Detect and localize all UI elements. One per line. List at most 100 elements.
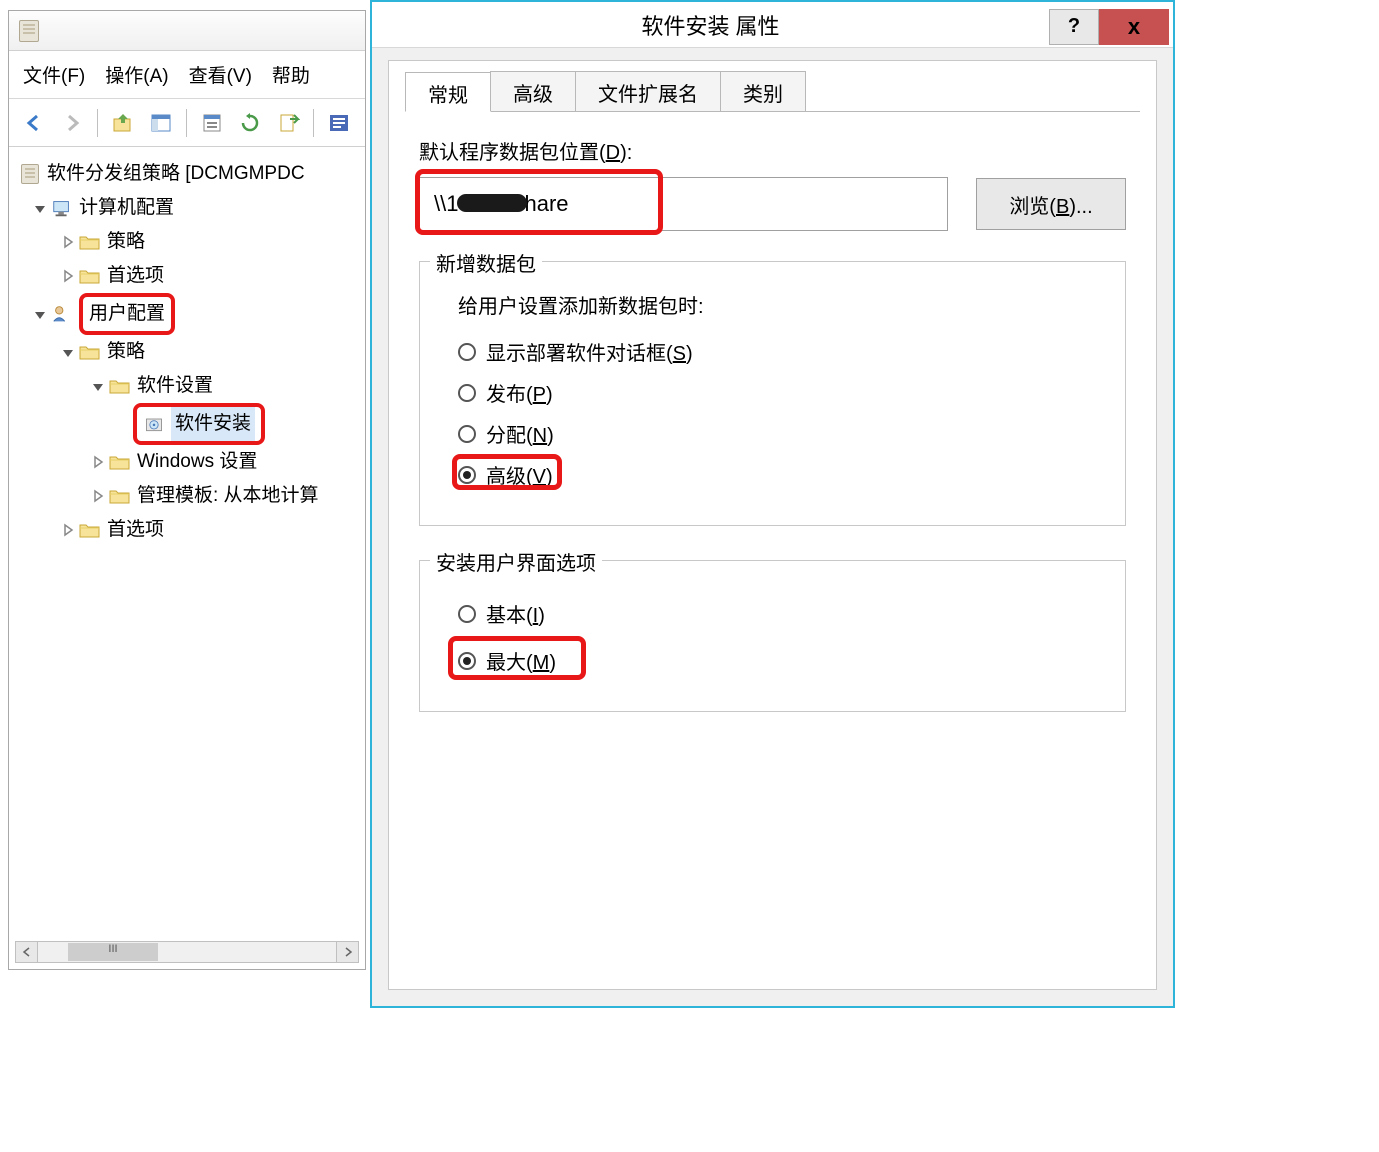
horizontal-scrollbar[interactable]: III (15, 941, 359, 963)
radio-icon (458, 466, 476, 484)
expand-icon[interactable] (61, 235, 75, 249)
expand-icon[interactable] (33, 307, 47, 321)
scroll-left-icon[interactable] (16, 942, 38, 962)
radio-max[interactable]: 最大(M) (458, 646, 1101, 675)
tree-uc-policies[interactable]: 策略 (19, 335, 361, 369)
dialog-title: 软件安装 属性 (372, 9, 1049, 41)
folder-icon (109, 377, 131, 395)
expand-icon[interactable] (33, 201, 47, 215)
radio-label: 基本(I) (486, 599, 545, 628)
tree-cc-prefs[interactable]: 首选项 (19, 259, 361, 293)
menu-action[interactable]: 操作(A) (105, 61, 168, 88)
dialog-titlebar: 软件安装 属性 ? x (372, 2, 1173, 48)
user-icon (51, 303, 73, 325)
back-button[interactable] (17, 107, 51, 139)
tree: 软件分发组策略 [DCMGMPDC 计算机配置 策略 首选项 用户配置 策略 (9, 147, 365, 551)
tab-extensions[interactable]: 文件扩展名 (575, 71, 721, 111)
help-button[interactable]: ? (1049, 9, 1099, 45)
menu-help[interactable]: 帮助 (272, 61, 310, 88)
ui-options-legend: 安装用户界面选项 (430, 547, 602, 576)
tab-categories[interactable]: 类别 (720, 71, 806, 111)
expand-icon[interactable] (91, 455, 105, 469)
new-package-fieldset: 新增数据包 给用户设置添加新数据包时: 显示部署软件对话框(S) 发布(P) 分… (419, 261, 1126, 526)
folder-icon (109, 453, 131, 471)
scroll-track[interactable]: III (38, 942, 336, 962)
new-package-desc: 给用户设置添加新数据包时: (458, 290, 1101, 319)
tree-windows-settings[interactable]: Windows 设置 (19, 445, 361, 479)
scroll-right-icon[interactable] (336, 942, 358, 962)
tree-root[interactable]: 软件分发组策略 [DCMGMPDC (19, 157, 361, 191)
expand-icon[interactable] (61, 345, 75, 359)
toolbar-separator (313, 109, 314, 137)
radio-label: 分配(N) (486, 419, 554, 448)
tree-label: 首选项 (107, 259, 164, 293)
tree-label: 管理模板: 从本地计算 (137, 479, 319, 513)
tabs: 常规 高级 文件扩展名 类别 (405, 71, 1156, 111)
tab-advanced[interactable]: 高级 (490, 71, 576, 111)
menu-view[interactable]: 查看(V) (189, 61, 252, 88)
radio-icon (458, 425, 476, 443)
tree-label: 软件设置 (137, 369, 213, 403)
tree-label: 软件安装 (171, 407, 255, 441)
toolbar-separator (186, 109, 187, 137)
radio-advanced[interactable]: 高级(V) (458, 460, 1101, 489)
expand-icon[interactable] (61, 523, 75, 537)
installer-icon (143, 413, 165, 435)
tree-cc-policies[interactable]: 策略 (19, 225, 361, 259)
folder-icon (109, 487, 131, 505)
menu-file[interactable]: 文件(F) (23, 61, 85, 88)
tree-uc-prefs[interactable]: 首选项 (19, 513, 361, 547)
tree-root-label: 软件分发组策略 [DCMGMPDC (47, 157, 305, 191)
properties-dialog: 软件安装 属性 ? x 常规 高级 文件扩展名 类别 默认程序数据包位置(D):… (370, 0, 1175, 1008)
highlight-box: 用户配置 (79, 293, 175, 335)
expand-icon[interactable] (91, 379, 105, 393)
tree-label: 策略 (107, 225, 145, 259)
folder-icon (79, 343, 101, 361)
radio-label: 显示部署软件对话框(S) (486, 337, 693, 366)
tree-computer-config[interactable]: 计算机配置 (19, 191, 361, 225)
folder-icon (79, 521, 101, 539)
path-row: 浏览(B)... (419, 177, 1126, 231)
form: 默认程序数据包位置(D): 浏览(B)... 新增数据包 给用户设置添加新数据包… (389, 112, 1156, 770)
expand-icon[interactable] (61, 269, 75, 283)
filter-button[interactable] (322, 107, 356, 139)
radio-icon (458, 652, 476, 670)
up-button[interactable] (106, 107, 140, 139)
scroll-thumb[interactable]: III (68, 943, 158, 961)
export-button[interactable] (271, 107, 305, 139)
toolbar (9, 99, 365, 147)
close-button[interactable]: x (1099, 9, 1169, 45)
forward-button[interactable] (55, 107, 89, 139)
tree-label: 用户配置 (89, 297, 165, 331)
expand-icon[interactable] (91, 489, 105, 503)
policy-doc-icon (19, 163, 41, 185)
radio-deploy-dialog[interactable]: 显示部署软件对话框(S) (458, 337, 1101, 366)
tree-software-settings[interactable]: 软件设置 (19, 369, 361, 403)
radio-icon (458, 343, 476, 361)
tab-general[interactable]: 常规 (405, 72, 491, 112)
refresh-button[interactable] (233, 107, 267, 139)
properties-button[interactable] (195, 107, 229, 139)
tree-label: 策略 (107, 335, 145, 369)
tree-software-install[interactable]: 软件安装 (19, 403, 361, 445)
default-location-label: 默认程序数据包位置(D): (419, 136, 1126, 165)
path-input-wrap (419, 177, 948, 231)
radio-icon (458, 605, 476, 623)
radio-publish[interactable]: 发布(P) (458, 378, 1101, 407)
show-hide-tree-button[interactable] (144, 107, 178, 139)
radio-icon (458, 384, 476, 402)
dialog-body: 常规 高级 文件扩展名 类别 默认程序数据包位置(D): 浏览(B)... 新增… (388, 60, 1157, 990)
tree-user-config[interactable]: 用户配置 (19, 293, 361, 335)
new-package-legend: 新增数据包 (430, 248, 542, 277)
browse-button[interactable]: 浏览(B)... (976, 178, 1126, 230)
gpo-editor-window: 文件(F) 操作(A) 查看(V) 帮助 软件分发组策略 [DCMGMPDC 计… (8, 10, 366, 970)
radio-assign[interactable]: 分配(N) (458, 419, 1101, 448)
path-input[interactable] (419, 177, 948, 231)
radio-label: 最大(M) (486, 646, 556, 675)
tree-admin-templates[interactable]: 管理模板: 从本地计算 (19, 479, 361, 513)
computer-icon (51, 197, 73, 219)
radio-label: 高级(V) (486, 460, 553, 489)
policy-doc-icon (19, 20, 39, 42)
tree-label: 首选项 (107, 513, 164, 547)
radio-basic[interactable]: 基本(I) (458, 599, 1101, 628)
